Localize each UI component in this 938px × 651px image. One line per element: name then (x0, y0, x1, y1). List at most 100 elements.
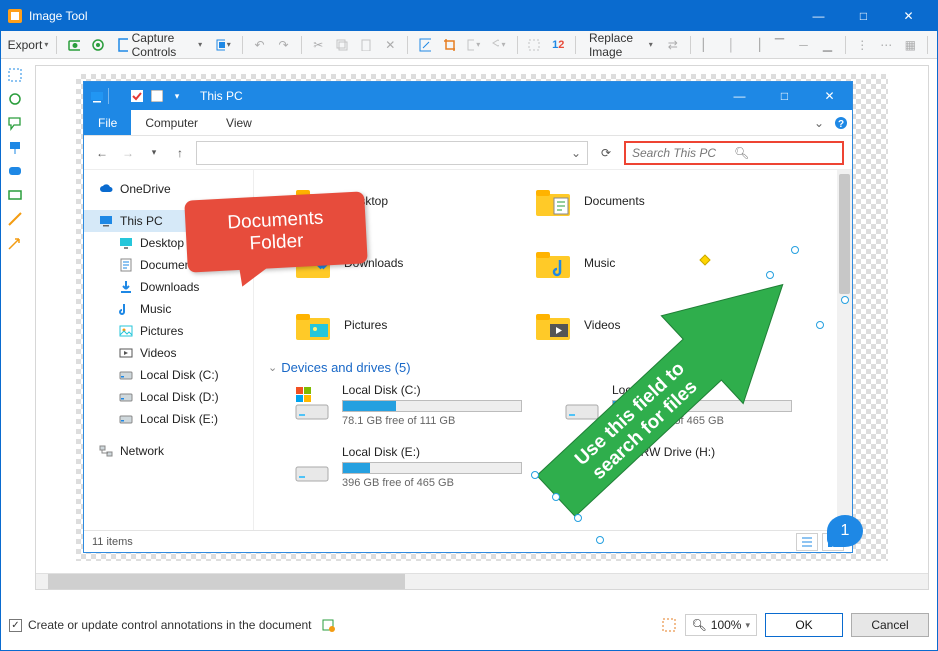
qat-new-icon[interactable] (148, 87, 166, 105)
screenshot-dropdown[interactable] (212, 34, 235, 56)
align-center-icon[interactable]: │ (722, 34, 742, 56)
explorer-ribbon: File Computer View ⌄ ? (84, 110, 852, 136)
folder-item[interactable]: Videos (532, 304, 732, 346)
delete-icon[interactable]: ✕ (380, 34, 400, 56)
drive-item[interactable]: Local Disk (C:)78.1 GB free of 111 GB (292, 383, 522, 427)
annotation-step-badge[interactable]: 1 (827, 515, 863, 547)
address-chevron-icon[interactable]: ⌄ (571, 146, 581, 160)
bottom-bar: ✓ Create or update control annotations i… (9, 608, 929, 642)
qat-properties-icon[interactable] (128, 87, 146, 105)
zoom-value: 100% (711, 618, 742, 632)
tree-item[interactable]: Videos (84, 342, 253, 364)
align-middle-icon[interactable]: ─ (794, 34, 814, 56)
address-bar[interactable]: ⌄ (196, 141, 588, 165)
tree-item[interactable]: Network (84, 440, 253, 462)
nav-forward-icon[interactable]: → (118, 142, 138, 164)
explorer-maximize-button[interactable]: □ (762, 82, 807, 110)
app-title: Image Tool (29, 9, 796, 23)
section-drives[interactable]: Devices and drives (5) (268, 360, 838, 375)
pc-icon (98, 213, 114, 229)
align-top-icon[interactable]: ▔ (770, 34, 790, 56)
capture-controls-dropdown[interactable]: Capture Controls (112, 34, 208, 56)
tree-item[interactable]: Local Disk (D:) (84, 386, 253, 408)
canvas[interactable]: ▾ This PC — □ ✕ File Computer View ⌄ ? ←… (35, 65, 929, 590)
align-left-icon[interactable]: ▏ (698, 34, 718, 56)
box-tool-icon[interactable] (5, 185, 25, 205)
callout-tool-icon[interactable] (5, 113, 25, 133)
cancel-button[interactable]: Cancel (851, 613, 929, 637)
view-details-icon[interactable] (796, 533, 818, 551)
quick-access-toolbar: ▾ (84, 82, 190, 110)
explorer-sys-icon[interactable] (88, 87, 106, 105)
camera-icon[interactable] (64, 34, 84, 56)
folder-item[interactable]: Documents (532, 180, 732, 222)
replace-image-dropdown[interactable]: Replace Image (583, 34, 659, 56)
maximize-button[interactable]: □ (841, 1, 886, 31)
canvas-icon[interactable] (463, 34, 484, 56)
nav-back-icon[interactable]: ← (92, 142, 112, 164)
content-scrollbar[interactable] (837, 170, 852, 530)
folder-item[interactable]: Music (532, 242, 732, 284)
dist-h-icon[interactable]: ⋮ (852, 34, 872, 56)
swap-icon[interactable]: ⇄ (663, 34, 683, 56)
nav-up-icon[interactable]: ↑ (170, 142, 190, 164)
ok-button[interactable]: OK (765, 613, 843, 637)
snap-icon[interactable]: ▦ (900, 34, 920, 56)
line-tool-icon[interactable] (5, 209, 25, 229)
group-icon[interactable] (524, 34, 544, 56)
paste-icon[interactable] (356, 34, 376, 56)
record-icon[interactable] (88, 34, 108, 56)
copy-icon[interactable] (332, 34, 352, 56)
tree-item[interactable]: Local Disk (C:) (84, 364, 253, 386)
tree-item[interactable]: Pictures (84, 320, 253, 342)
search-field[interactable]: Search This PC 🔍︎ (624, 141, 844, 165)
minimize-button[interactable]: — (796, 1, 841, 31)
ribbon-tab-computer[interactable]: Computer (131, 110, 212, 135)
counter-icon[interactable]: 12 (548, 34, 568, 56)
crop-icon[interactable] (439, 34, 459, 56)
ribbon-collapse-icon[interactable]: ⌄ (808, 110, 830, 135)
annotation-callout[interactable]: Documents Folder (186, 196, 366, 268)
tree-item[interactable]: Local Disk (E:) (84, 408, 253, 430)
pin-tool-icon[interactable] (5, 137, 25, 157)
undo-icon[interactable]: ↶ (250, 34, 270, 56)
select-tool-icon[interactable] (5, 65, 25, 85)
desktop-icon (118, 235, 134, 251)
ribbon-tab-file[interactable]: File (84, 110, 131, 135)
badge-tool-icon[interactable] (5, 161, 25, 181)
ribbon-tab-view[interactable]: View (212, 110, 266, 135)
tree-item[interactable]: Downloads (84, 276, 253, 298)
export-dropdown[interactable]: Export (7, 34, 49, 56)
resize-icon[interactable] (415, 34, 435, 56)
nav-recent-icon[interactable]: ▾ (144, 142, 164, 164)
explorer-minimize-button[interactable]: — (717, 82, 762, 110)
explorer-titlebar: ▾ This PC — □ ✕ (84, 82, 852, 110)
explorer-close-button[interactable]: ✕ (807, 82, 852, 110)
folder-icon (532, 304, 574, 346)
ribbon-help-icon[interactable]: ? (830, 110, 852, 135)
dist-v-icon[interactable]: ⋯ (876, 34, 896, 56)
close-button[interactable]: ✕ (886, 1, 931, 31)
layers-icon[interactable] (488, 34, 509, 56)
zoom-control[interactable]: 🔍︎ 100% ▾ (685, 614, 757, 636)
drive-item[interactable]: Local Disk (D:)290 GB free of 465 GB (562, 383, 792, 427)
annotations-checkbox[interactable]: ✓ Create or update control annotations i… (9, 618, 312, 632)
drive-item[interactable]: Local Disk (E:)396 GB free of 465 GB (292, 445, 522, 489)
arrow-tool-icon[interactable] (5, 233, 25, 253)
refresh-icon[interactable]: ⟳ (594, 141, 618, 165)
drive-item[interactable]: DVDDVD RW Drive (H:) (562, 445, 792, 489)
cut-icon[interactable]: ✂ (308, 34, 328, 56)
align-bottom-icon[interactable]: ▁ (818, 34, 838, 56)
shape-tool-icon[interactable] (5, 89, 25, 109)
annotation-options-icon[interactable] (320, 617, 336, 633)
svg-text:?: ? (838, 119, 844, 130)
explorer-navbar: ← → ▾ ↑ ⌄ ⟳ Search This PC 🔍︎ (84, 136, 852, 170)
drive-icon: DVD (562, 445, 602, 485)
qat-chevron-icon[interactable]: ▾ (168, 87, 186, 105)
align-right-icon[interactable]: ▕ (746, 34, 766, 56)
fit-icon[interactable] (661, 617, 677, 633)
tree-item[interactable]: Music (84, 298, 253, 320)
redo-icon[interactable]: ↷ (274, 34, 294, 56)
canvas-scrollbar-h[interactable] (36, 573, 928, 589)
folder-item[interactable]: Pictures (292, 304, 492, 346)
